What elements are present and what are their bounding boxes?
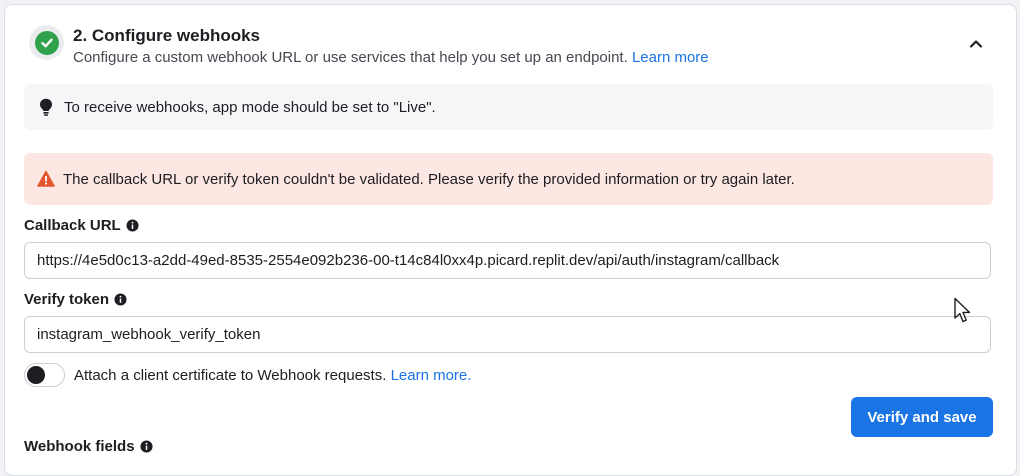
info-icon[interactable] [126,219,139,232]
lightbulb-icon [38,98,54,116]
section-subtitle: Configure a custom webhook URL or use se… [73,49,709,66]
callback-url-label: Callback URL [24,217,139,234]
warning-icon [37,170,55,187]
verify-token-input[interactable]: instagram_webhook_verify_token [24,316,991,353]
error-text: The callback URL or verify token couldn'… [63,170,795,188]
callback-url-label-text: Callback URL [24,217,121,234]
cursor-icon [954,297,971,323]
verify-token-label: Verify token [24,291,127,308]
certificate-learn-more-link[interactable]: Learn more. [391,367,472,384]
live-mode-notice: To receive webhooks, app mode should be … [24,84,993,130]
check-circle-icon [29,25,64,60]
section-subtitle-text: Configure a custom webhook URL or use se… [73,49,628,66]
section-header[interactable]: 2. Configure webhooks Configure a custom… [29,25,999,71]
callback-url-input[interactable]: https://4e5d0c13-a2dd-49ed-8535-2554e092… [24,242,991,279]
chevron-up-icon[interactable] [967,35,985,53]
info-icon[interactable] [114,293,127,306]
section-title: 2. Configure webhooks [73,26,261,45]
info-icon[interactable] [140,440,153,453]
client-certificate-label: Attach a client certificate to Webhook r… [74,366,387,384]
client-certificate-row: Attach a client certificate to Webhook r… [24,363,471,387]
webhook-fields-label: Webhook fields [24,438,153,455]
client-certificate-text: Attach a client certificate to Webhook r… [74,367,471,384]
notice-text: To receive webhooks, app mode should be … [64,98,436,116]
validation-error-banner: The callback URL or verify token couldn'… [24,153,993,205]
webhook-fields-label-text: Webhook fields [24,438,135,455]
verify-and-save-button[interactable]: Verify and save [851,397,993,437]
learn-more-link[interactable]: Learn more [632,49,709,66]
verify-token-label-text: Verify token [24,291,110,308]
client-certificate-toggle[interactable] [24,363,65,387]
